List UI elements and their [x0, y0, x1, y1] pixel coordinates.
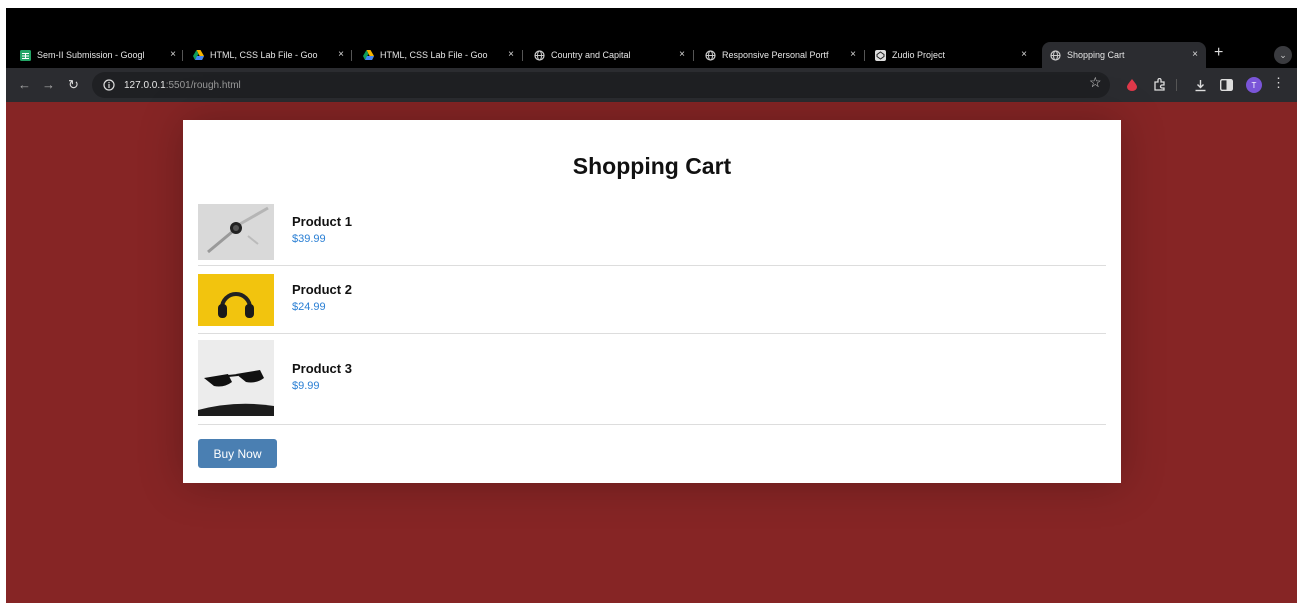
cart-container: Shopping Cart Product 1 $39.99 Product 2…	[183, 120, 1121, 483]
tab-title: Shopping Cart	[1067, 50, 1125, 60]
watch-photo	[198, 204, 274, 260]
headphones-photo	[198, 274, 274, 326]
tab-html-css-lab-1[interactable]: HTML, CSS Lab File - Goo ×	[193, 42, 344, 68]
globe-icon	[534, 49, 545, 61]
tab-html-css-lab-2[interactable]: HTML, CSS Lab File - Goo ×	[363, 42, 514, 68]
puzzle-icon[interactable]	[1152, 77, 1168, 93]
cart-item: Product 2 $24.99	[198, 274, 1106, 334]
tab-title: HTML, CSS Lab File - Goo	[380, 50, 488, 60]
arrow-left-icon: ←	[18, 77, 31, 92]
tab-divider	[522, 50, 523, 61]
tab-divider	[351, 50, 352, 61]
reload-icon: ↻	[68, 77, 79, 92]
close-icon[interactable]: ×	[508, 49, 514, 60]
product-name: Product 2	[292, 282, 352, 297]
extension-icon[interactable]	[1124, 77, 1140, 93]
close-icon[interactable]: ×	[679, 49, 685, 60]
product-price: $39.99	[292, 233, 326, 245]
browser-toolbar: ← → ↻ 127.0.0.1:5501/rough.html ☆ T ⋮	[6, 68, 1297, 102]
reload-button[interactable]: ↻	[68, 77, 79, 93]
toolbar-divider	[1176, 79, 1177, 91]
product-price: $9.99	[292, 380, 320, 392]
close-icon[interactable]: ×	[850, 49, 856, 60]
drive-icon	[193, 50, 204, 61]
tab-strip: Sem-II Submission - Googl × HTML, CSS La…	[6, 42, 1297, 68]
tab-title: Country and Capital	[551, 50, 631, 60]
tab-divider	[864, 50, 865, 61]
tab-shopping-cart[interactable]: Shopping Cart ×	[1042, 42, 1206, 68]
tab-search-button[interactable]: ⌄	[1274, 46, 1292, 64]
site-info-icon[interactable]	[102, 78, 116, 92]
product-name: Product 1	[292, 214, 352, 229]
product-name: Product 3	[292, 361, 352, 376]
download-icon[interactable]	[1192, 77, 1208, 93]
sheets-icon	[20, 49, 31, 61]
new-tab-button[interactable]: +	[1214, 44, 1223, 62]
globe-icon	[1050, 49, 1061, 61]
tab-title: Zudio Project	[892, 50, 946, 60]
sunglasses-photo	[198, 340, 274, 416]
tab-zudio-project[interactable]: Zudio Project ×	[875, 42, 1027, 68]
tab-divider	[182, 50, 183, 61]
buy-now-button[interactable]: Buy Now	[198, 439, 277, 468]
tab-title: Sem-II Submission - Googl	[37, 50, 145, 60]
back-button[interactable]: ←	[18, 77, 31, 92]
close-icon[interactable]: ×	[1021, 49, 1027, 60]
browser-window: Sem-II Submission - Googl × HTML, CSS La…	[6, 8, 1297, 603]
bookmark-star-icon[interactable]: ☆	[1089, 74, 1102, 91]
page-title: Shopping Cart	[572, 153, 732, 179]
drive-icon	[363, 50, 374, 61]
more-menu-icon[interactable]: ⋮	[1272, 75, 1285, 91]
address-bar[interactable]: 127.0.0.1:5501/rough.html	[92, 72, 1110, 98]
tab-title: Responsive Personal Portf	[722, 50, 829, 60]
globe-icon	[705, 49, 716, 61]
cart-item: Product 1 $39.99	[198, 204, 1106, 266]
tab-title: HTML, CSS Lab File - Goo	[210, 50, 318, 60]
profile-avatar[interactable]: T	[1246, 77, 1262, 93]
tab-responsive-portfolio[interactable]: Responsive Personal Portf ×	[705, 42, 856, 68]
url-path: :5501/rough.html	[165, 79, 241, 91]
tab-country-capital[interactable]: Country and Capital ×	[534, 42, 685, 68]
chevron-down-icon: ⌄	[1279, 49, 1287, 60]
side-panel-icon[interactable]	[1218, 77, 1234, 93]
close-icon[interactable]: ×	[1192, 49, 1198, 60]
codepen-icon	[875, 49, 886, 61]
cart-item: Product 3 $9.99	[198, 340, 1106, 425]
tab-divider	[693, 50, 694, 61]
page-viewport: Shopping Cart Product 1 $39.99 Product 2…	[6, 102, 1297, 603]
close-icon[interactable]: ×	[170, 49, 176, 60]
product-price: $24.99	[292, 301, 326, 313]
close-icon[interactable]: ×	[338, 49, 344, 60]
tab-sem-submission[interactable]: Sem-II Submission - Googl ×	[20, 42, 176, 68]
url-host: 127.0.0.1	[124, 79, 166, 91]
forward-button[interactable]: →	[42, 77, 55, 92]
arrow-right-icon: →	[42, 77, 55, 92]
